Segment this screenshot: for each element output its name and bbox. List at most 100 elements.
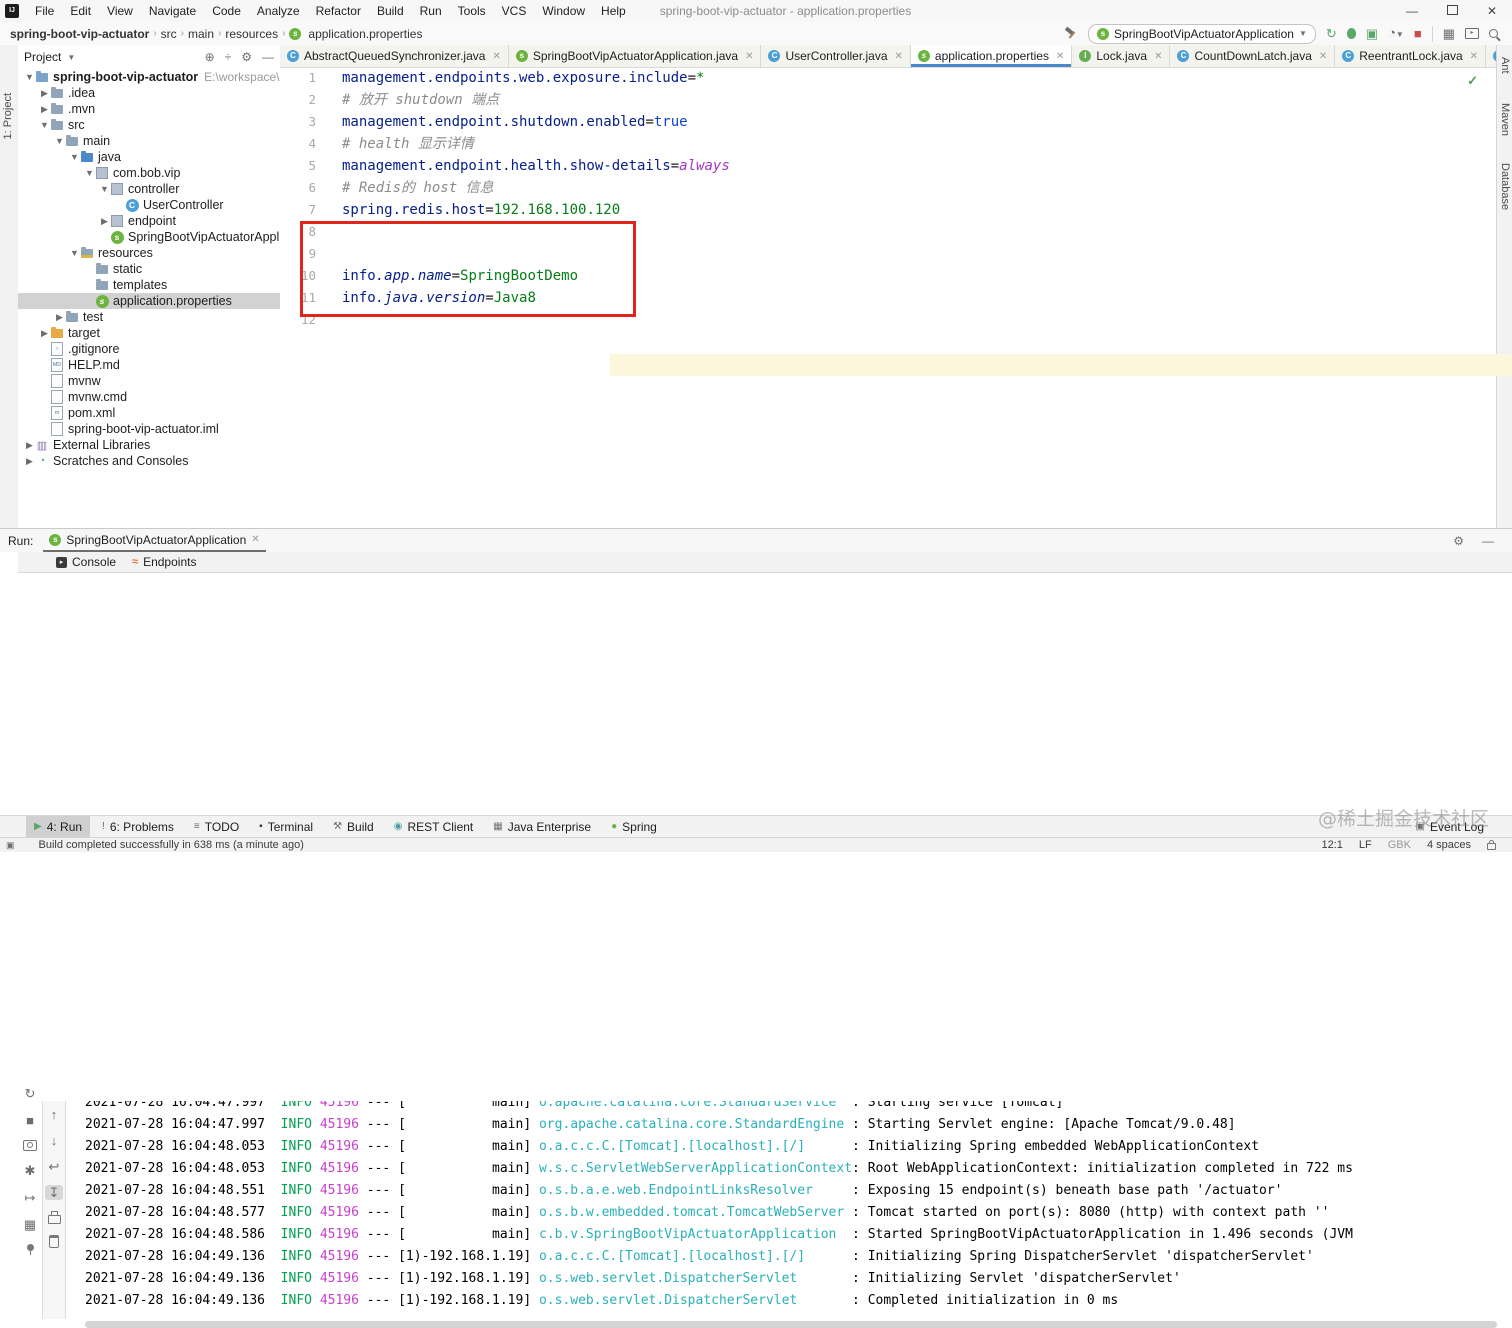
- breadcrumb-item[interactable]: main: [188, 27, 214, 41]
- menu-help[interactable]: Help: [593, 4, 634, 18]
- tool-window-toggle-icon[interactable]: ▣: [6, 840, 15, 851]
- tree-chevron-icon[interactable]: ▶: [24, 440, 35, 451]
- tool-window-maven-button[interactable]: Maven: [1499, 103, 1511, 136]
- editor-tab-usercontroller.java[interactable]: CUserController.java✕: [761, 45, 910, 67]
- project-structure-button[interactable]: ▦: [1443, 27, 1455, 41]
- editor-tab-application.properties[interactable]: sapplication.properties✕: [911, 45, 1072, 67]
- console-output[interactable]: 2021-07-28 16:04:47.997 INFO 45196 --- […: [66, 1101, 1512, 1320]
- editor-tab-abstractqueuedsynchronizer.java[interactable]: CAbstractQueuedSynchronizer.java✕: [280, 45, 509, 67]
- tree-chevron-icon[interactable]: ▶: [54, 312, 65, 323]
- hide-panel-icon[interactable]: —: [262, 50, 274, 64]
- close-icon[interactable]: ✕: [1319, 51, 1327, 62]
- tree-item-scratches and consoles[interactable]: ▶◔Scratches and Consoles: [18, 453, 280, 469]
- run-tab[interactable]: s SpringBootVipActuatorApplication ✕: [43, 530, 265, 552]
- tree-item-mvnw.cmd[interactable]: mvnw.cmd: [18, 389, 280, 405]
- project-view-select[interactable]: Project: [24, 50, 61, 64]
- breadcrumb-item[interactable]: src: [161, 27, 177, 41]
- tree-chevron-icon[interactable]: ▼: [84, 168, 95, 178]
- tool-window-ant-button[interactable]: Ant: [1499, 57, 1511, 74]
- tree-item-main[interactable]: ▼main: [18, 133, 280, 149]
- read-lock-icon[interactable]: [1487, 843, 1496, 850]
- menu-vcs[interactable]: VCS: [494, 4, 535, 18]
- menu-edit[interactable]: Edit: [62, 4, 99, 18]
- tree-item-application.properties[interactable]: sapplication.properties: [18, 293, 280, 309]
- minimize-button[interactable]: —: [1392, 0, 1432, 22]
- tree-chevron-icon[interactable]: ▼: [54, 136, 65, 146]
- run-view-tab-endpoints[interactable]: ≈Endpoints: [132, 555, 196, 569]
- tool-window-button-rest[interactable]: ◉REST Client: [386, 816, 482, 838]
- menu-build[interactable]: Build: [369, 4, 412, 18]
- tree-chevron-icon[interactable]: ▶: [39, 88, 50, 99]
- tree-item-external libraries[interactable]: ▶▥External Libraries: [18, 437, 280, 453]
- tree-item-.idea[interactable]: ▶.idea: [18, 85, 280, 101]
- tree-item-src[interactable]: ▼src: [18, 117, 280, 133]
- close-icon[interactable]: ✕: [1154, 51, 1162, 62]
- run-anything-button[interactable]: ▸: [1465, 28, 1479, 39]
- run-configuration-select[interactable]: s SpringBootVipActuatorApplication ▼: [1088, 24, 1316, 44]
- hide-panel-icon[interactable]: —: [1482, 534, 1494, 548]
- horizontal-scrollbar[interactable]: [85, 1321, 1497, 1328]
- menu-analyze[interactable]: Analyze: [249, 4, 308, 18]
- tree-chevron-icon[interactable]: ▼: [69, 248, 80, 258]
- tree-item-spring-boot-vip-actuator[interactable]: ▼spring-boot-vip-actuatorE:\workspace\Sp…: [18, 69, 280, 85]
- coverage-button[interactable]: ▣: [1366, 27, 1378, 41]
- print-icon[interactable]: [48, 1215, 61, 1224]
- soft-wrap-icon[interactable]: ↩: [45, 1159, 63, 1174]
- menu-file[interactable]: File: [27, 4, 62, 18]
- coverage-icon[interactable]: ✱: [21, 1163, 39, 1178]
- tool-window-button-problems[interactable]: !6: Problems: [94, 816, 182, 838]
- stop-button[interactable]: ■: [1414, 27, 1422, 41]
- editor-tab-abstractownablesynchronizer.java[interactable]: CAbstractOwnableSynchronizer.java✕: [1486, 45, 1496, 67]
- stop-button[interactable]: ■: [21, 1113, 39, 1128]
- close-icon[interactable]: ✕: [251, 534, 259, 545]
- close-icon[interactable]: ✕: [895, 51, 903, 62]
- tree-chevron-icon[interactable]: ▼: [69, 152, 80, 162]
- tree-chevron-icon[interactable]: ▶: [39, 104, 50, 115]
- settings-gear-icon[interactable]: ⚙: [1453, 534, 1464, 548]
- open-log-icon[interactable]: ↦: [21, 1190, 39, 1205]
- editor-tab-springbootvipactuatorapplication.java[interactable]: sSpringBootVipActuatorApplication.java✕: [509, 45, 762, 67]
- locate-file-icon[interactable]: ⊕: [205, 50, 215, 64]
- close-icon[interactable]: ✕: [492, 51, 500, 62]
- settings-gear-icon[interactable]: ⚙: [241, 50, 252, 64]
- run-button[interactable]: ↻: [1326, 27, 1337, 41]
- tool-window-button-todo[interactable]: ≡TODO: [186, 816, 247, 838]
- down-stacktrace-icon[interactable]: ↓: [45, 1133, 63, 1148]
- menu-window[interactable]: Window: [534, 4, 593, 18]
- tree-item-springbootvipactuatorapplication[interactable]: sSpringBootVipActuatorApplication: [18, 229, 280, 245]
- tree-item-static[interactable]: static: [18, 261, 280, 277]
- tree-item-.mvn[interactable]: ▶.mvn: [18, 101, 280, 117]
- close-icon[interactable]: ✕: [745, 51, 753, 62]
- collapse-all-icon[interactable]: ÷: [225, 50, 232, 64]
- close-icon[interactable]: ✕: [1470, 51, 1478, 62]
- clear-console-icon[interactable]: [49, 1235, 59, 1248]
- menu-run[interactable]: Run: [412, 4, 450, 18]
- tree-chevron-icon[interactable]: ▼: [24, 72, 35, 82]
- tree-chevron-icon[interactable]: ▶: [39, 328, 50, 339]
- tree-item-controller[interactable]: ▼controller: [18, 181, 280, 197]
- tree-item-java[interactable]: ▼java: [18, 149, 280, 165]
- caret-position[interactable]: 12:1: [1321, 839, 1342, 851]
- tree-chevron-icon[interactable]: ▼: [99, 184, 110, 194]
- event-log-button[interactable]: ▣ Event Log: [1416, 820, 1512, 834]
- tree-item-com.bob.vip[interactable]: ▼com.bob.vip: [18, 165, 280, 181]
- indent-setting[interactable]: 4 spaces: [1427, 839, 1471, 851]
- editor-tab-reentrantlock.java[interactable]: CReentrantLock.java✕: [1335, 45, 1486, 67]
- pin-tab-icon[interactable]: [27, 1244, 34, 1251]
- breadcrumb-item[interactable]: application.properties: [308, 27, 422, 41]
- tree-item-resources[interactable]: ▼resources: [18, 245, 280, 261]
- tree-chevron-icon[interactable]: ▼: [39, 120, 50, 130]
- up-stacktrace-icon[interactable]: ↑: [45, 1107, 63, 1122]
- tool-window-project-button[interactable]: 1: Project: [2, 93, 14, 139]
- scroll-to-end-icon[interactable]: ↧: [45, 1185, 63, 1200]
- restore-layout-icon[interactable]: ▦: [21, 1217, 39, 1232]
- tool-window-button-build[interactable]: ⚒Build: [325, 816, 382, 838]
- tree-chevron-icon[interactable]: ▶: [99, 216, 110, 227]
- maximize-button[interactable]: [1432, 0, 1472, 22]
- tool-window-database-button[interactable]: Database: [1499, 163, 1511, 210]
- rerun-button[interactable]: ↻: [21, 1086, 39, 1101]
- tree-item-help.md[interactable]: MDHELP.md: [18, 357, 280, 373]
- editor-tab-countdownlatch.java[interactable]: CCountDownLatch.java✕: [1170, 45, 1335, 67]
- tool-window-button-javaee[interactable]: ▦Java Enterprise: [485, 816, 599, 838]
- tool-window-button-run[interactable]: ▶4: Run: [26, 816, 90, 838]
